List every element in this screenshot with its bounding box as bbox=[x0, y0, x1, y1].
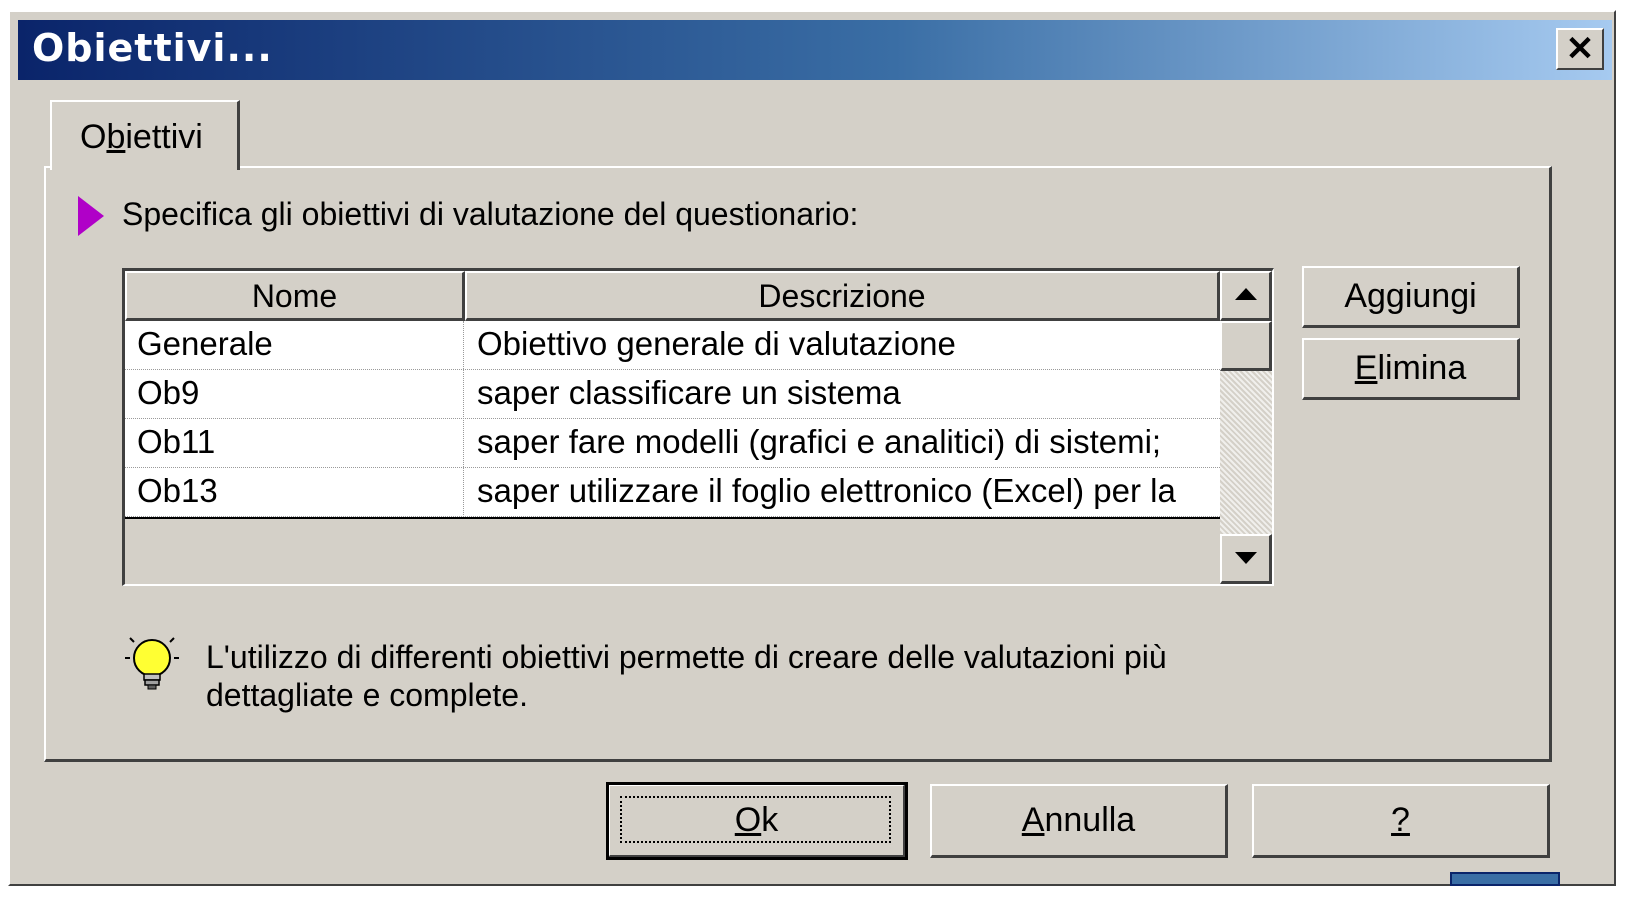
column-header-descrizione[interactable]: Descrizione bbox=[465, 271, 1220, 321]
title-bar[interactable]: Obiettivi... ✕ bbox=[18, 20, 1612, 80]
window-title: Obiettivi... bbox=[32, 26, 273, 70]
cell-nome: Ob9 bbox=[137, 374, 200, 411]
cancel-button-label: Annulla bbox=[1021, 801, 1136, 839]
cancel-button[interactable]: Annulla bbox=[930, 784, 1228, 858]
table-row[interactable]: Ob11 saper fare modelli (grafici e anali… bbox=[125, 419, 1220, 468]
scroll-up-button[interactable] bbox=[1220, 271, 1272, 321]
taskbar-fragment bbox=[1450, 872, 1560, 886]
scroll-down-icon bbox=[1235, 552, 1257, 564]
cell-descrizione: saper utilizzare il foglio elettronico (… bbox=[477, 472, 1176, 509]
close-icon: ✕ bbox=[1565, 30, 1595, 68]
ok-button-label: Ok bbox=[734, 801, 779, 839]
list-rows: Generale Obiettivo generale di valutazio… bbox=[125, 321, 1220, 519]
tab-obiettivi[interactable]: Obiettivi bbox=[50, 100, 240, 170]
close-button[interactable]: ✕ bbox=[1556, 28, 1604, 70]
tip-text: L'utilizzo di differenti obiettivi perme… bbox=[206, 639, 1167, 713]
column-header-nome[interactable]: Nome bbox=[125, 271, 465, 321]
cell-descrizione: saper classificare un sistema bbox=[477, 374, 901, 411]
cell-nome: Ob13 bbox=[137, 472, 218, 509]
add-button[interactable]: Aggiungi bbox=[1302, 266, 1520, 328]
cell-descrizione: Obiettivo generale di valutazione bbox=[477, 325, 956, 362]
scroll-up-icon bbox=[1235, 288, 1257, 300]
ok-button[interactable]: Ok bbox=[606, 782, 908, 860]
instruction-text: Specifica gli obiettivi di valutazione d… bbox=[122, 196, 859, 232]
column-divider bbox=[463, 321, 464, 517]
add-button-label: Aggiungi bbox=[1344, 277, 1477, 315]
lightbulb-icon bbox=[125, 637, 179, 690]
help-button-label: ? bbox=[1391, 801, 1410, 839]
table-row[interactable]: Ob9 saper classificare un sistema bbox=[125, 370, 1220, 419]
help-button[interactable]: ? bbox=[1252, 784, 1550, 858]
objectives-list[interactable]: Nome Descrizione Generale Obiettivo gene… bbox=[122, 268, 1274, 586]
cell-descrizione: saper fare modelli (grafici e analitici)… bbox=[477, 423, 1162, 460]
vertical-scrollbar[interactable] bbox=[1220, 271, 1272, 584]
delete-button[interactable]: Elimina bbox=[1302, 338, 1520, 400]
scroll-down-button[interactable] bbox=[1220, 534, 1272, 584]
scroll-thumb[interactable] bbox=[1220, 321, 1272, 371]
table-row[interactable]: Generale Obiettivo generale di valutazio… bbox=[125, 321, 1220, 370]
table-row[interactable]: Ob13 saper utilizzare il foglio elettron… bbox=[125, 468, 1220, 517]
cell-nome: Generale bbox=[137, 325, 273, 362]
instruction-arrow-icon bbox=[78, 196, 104, 236]
cell-nome: Ob11 bbox=[137, 423, 216, 460]
tab-obiettivi-label: Obiettivi bbox=[80, 118, 203, 156]
delete-button-label: Elimina bbox=[1354, 349, 1467, 387]
